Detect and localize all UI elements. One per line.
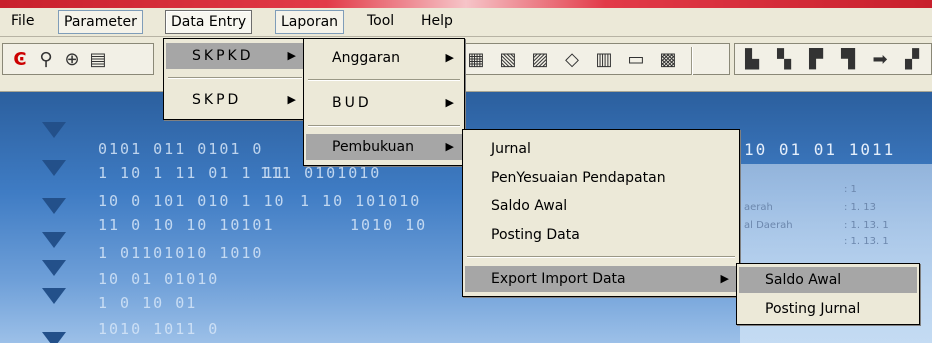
toolbar-group-right: ▙ ▚ ▛ ▜ ➡ ▞ bbox=[734, 43, 932, 75]
menu-item-label: Saldo Awal bbox=[491, 198, 568, 214]
menu-export-import-dropdown: Saldo Awal Posting Jurnal bbox=[736, 263, 920, 325]
card-value: : 1. 13 bbox=[844, 202, 876, 213]
submenu-arrow-icon: ▶ bbox=[720, 272, 729, 285]
menu-tool[interactable]: Tool bbox=[362, 10, 399, 34]
menu-item-penyesuaian-pendapatan[interactable]: PenYesuaian Pendapatan bbox=[465, 165, 737, 191]
toolbar: Ͼ ⚲ ⊕ ▤ ▦ ▧ ▨ ◇ ▥ ▭ ▩ ▙ ▚ ▛ ▜ ➡ ▞ bbox=[0, 37, 932, 92]
document-icon[interactable]: ▤ bbox=[87, 49, 109, 71]
binary-text: 10 0 101 010 1 10 bbox=[98, 192, 286, 210]
menu-item-label: Saldo Awal bbox=[765, 272, 842, 288]
card-value: : 1. 13. 1 bbox=[844, 236, 889, 247]
arrow-down-icon bbox=[42, 332, 66, 343]
more-icon[interactable]: ▞ bbox=[901, 49, 923, 71]
toolbar-icon-4[interactable]: ◇ bbox=[561, 49, 583, 71]
submenu-arrow-icon: ▶ bbox=[445, 96, 454, 109]
binary-text: 11 0 10 10 10101 bbox=[98, 216, 275, 234]
menu-item-label: Posting Data bbox=[491, 227, 580, 243]
menu-data-entry[interactable]: Data Entry bbox=[165, 10, 253, 34]
toolbar-icon-1[interactable]: ▦ bbox=[465, 49, 487, 71]
top-decorative-band bbox=[0, 0, 932, 8]
binary-text: 1010 10 bbox=[350, 216, 428, 234]
monitor-icon[interactable]: ▭ bbox=[625, 49, 647, 71]
menu-item-anggaran[interactable]: Anggaran ▶ bbox=[306, 45, 462, 71]
menu-parameter[interactable]: Parameter bbox=[58, 10, 143, 34]
submenu-arrow-icon: ▶ bbox=[445, 140, 454, 153]
menu-skpkd-dropdown: Anggaran ▶ BUD ▶ Pembukuan ▶ bbox=[303, 38, 465, 166]
chart-icon[interactable]: ▙ bbox=[741, 49, 763, 71]
binary-text-right: 10 01 01 1011 bbox=[744, 140, 896, 159]
menu-separator bbox=[308, 79, 460, 81]
binary-text: 1 10 101010 bbox=[300, 192, 422, 210]
calculator-icon[interactable]: ▥ bbox=[593, 49, 615, 71]
card-label: al Daerah bbox=[744, 220, 793, 231]
binary-text: 1 01101010 1010 bbox=[98, 244, 264, 262]
card-value: : 1. 13. 1 bbox=[844, 220, 889, 231]
arrow-down-icon bbox=[42, 122, 66, 138]
menu-separator bbox=[467, 256, 735, 258]
submenu-arrow-icon: ▶ bbox=[287, 93, 296, 106]
menu-item-bud[interactable]: BUD ▶ bbox=[306, 90, 462, 116]
close-icon[interactable]: Ͼ bbox=[9, 49, 31, 71]
settings-icon[interactable]: ▜ bbox=[837, 49, 859, 71]
menu-item-skpkd[interactable]: SKPKD ▶ bbox=[166, 43, 304, 69]
lock-icon[interactable]: ⊕ bbox=[61, 49, 83, 71]
menu-item-label: Anggaran bbox=[332, 50, 401, 66]
menu-item-label: BUD bbox=[332, 95, 372, 111]
search-icon[interactable]: ⚲ bbox=[35, 49, 57, 71]
binary-text: 10 01 01010 bbox=[98, 270, 220, 288]
card-value: : 1 bbox=[844, 184, 857, 195]
binary-text: 111 0101010 bbox=[260, 164, 382, 182]
network-icon[interactable]: ▩ bbox=[657, 49, 679, 71]
menu-item-export-import-data[interactable]: Export Import Data ▶ bbox=[465, 266, 737, 292]
toolbar-separator bbox=[691, 47, 693, 75]
menu-item-pembukuan[interactable]: Pembukuan ▶ bbox=[306, 134, 462, 160]
menu-item-saldo-awal[interactable]: Saldo Awal bbox=[465, 193, 737, 219]
card-label: aerah bbox=[744, 202, 773, 213]
arrow-right-icon[interactable]: ➡ bbox=[869, 49, 891, 71]
arrow-down-icon bbox=[42, 260, 66, 276]
tool-icon[interactable]: ▚ bbox=[773, 49, 795, 71]
menu-separator bbox=[308, 125, 460, 127]
submenu-arrow-icon: ▶ bbox=[287, 49, 296, 62]
binary-text: 1 0 10 01 bbox=[98, 294, 198, 312]
binary-text: 1010 1011 0 bbox=[98, 320, 220, 338]
export-icon[interactable]: ▛ bbox=[805, 49, 827, 71]
menu-item-label: Jurnal bbox=[491, 141, 531, 157]
arrow-down-icon bbox=[42, 198, 66, 214]
menu-laporan[interactable]: Laporan bbox=[275, 10, 345, 34]
arrow-down-icon bbox=[42, 232, 66, 248]
menu-item-jurnal[interactable]: Jurnal bbox=[465, 136, 737, 162]
menu-item-label: Posting Jurnal bbox=[765, 301, 861, 317]
toolbar-group-middle: ▦ ▧ ▨ ◇ ▥ ▭ ▩ bbox=[458, 43, 730, 75]
arrow-down-icon bbox=[42, 288, 66, 304]
submenu-arrow-icon: ▶ bbox=[445, 51, 454, 64]
menu-file[interactable]: File bbox=[6, 10, 39, 34]
toolbar-group-left: Ͼ ⚲ ⊕ ▤ bbox=[2, 43, 154, 75]
binary-text: 0101 011 0101 0 bbox=[98, 140, 264, 158]
menu-item-export-saldo-awal[interactable]: Saldo Awal bbox=[739, 267, 917, 293]
menu-separator bbox=[168, 77, 302, 79]
toolbar-icon-3[interactable]: ▨ bbox=[529, 49, 551, 71]
menu-item-label: Pembukuan bbox=[332, 139, 414, 155]
menu-pembukuan-dropdown: Jurnal PenYesuaian Pendapatan Saldo Awal… bbox=[462, 129, 740, 297]
menu-data-entry-dropdown: SKPKD ▶ SKPD ▶ bbox=[163, 38, 307, 120]
menu-item-label: Export Import Data bbox=[491, 271, 626, 287]
menu-item-skpd[interactable]: SKPD ▶ bbox=[166, 87, 304, 113]
toolbar-icon-2[interactable]: ▧ bbox=[497, 49, 519, 71]
menu-item-label: SKPKD bbox=[192, 48, 254, 64]
binary-text: 1 10 1 11 01 1 11 bbox=[98, 164, 286, 182]
menu-help[interactable]: Help bbox=[416, 10, 458, 34]
menu-item-label: PenYesuaian Pendapatan bbox=[491, 170, 666, 186]
menu-item-label: SKPD bbox=[192, 92, 242, 108]
menu-item-posting-data[interactable]: Posting Data bbox=[465, 222, 737, 248]
arrow-down-icon bbox=[42, 160, 66, 176]
menu-item-posting-jurnal[interactable]: Posting Jurnal bbox=[739, 296, 917, 322]
menubar: File Parameter Data Entry Laporan Tool H… bbox=[0, 8, 932, 37]
